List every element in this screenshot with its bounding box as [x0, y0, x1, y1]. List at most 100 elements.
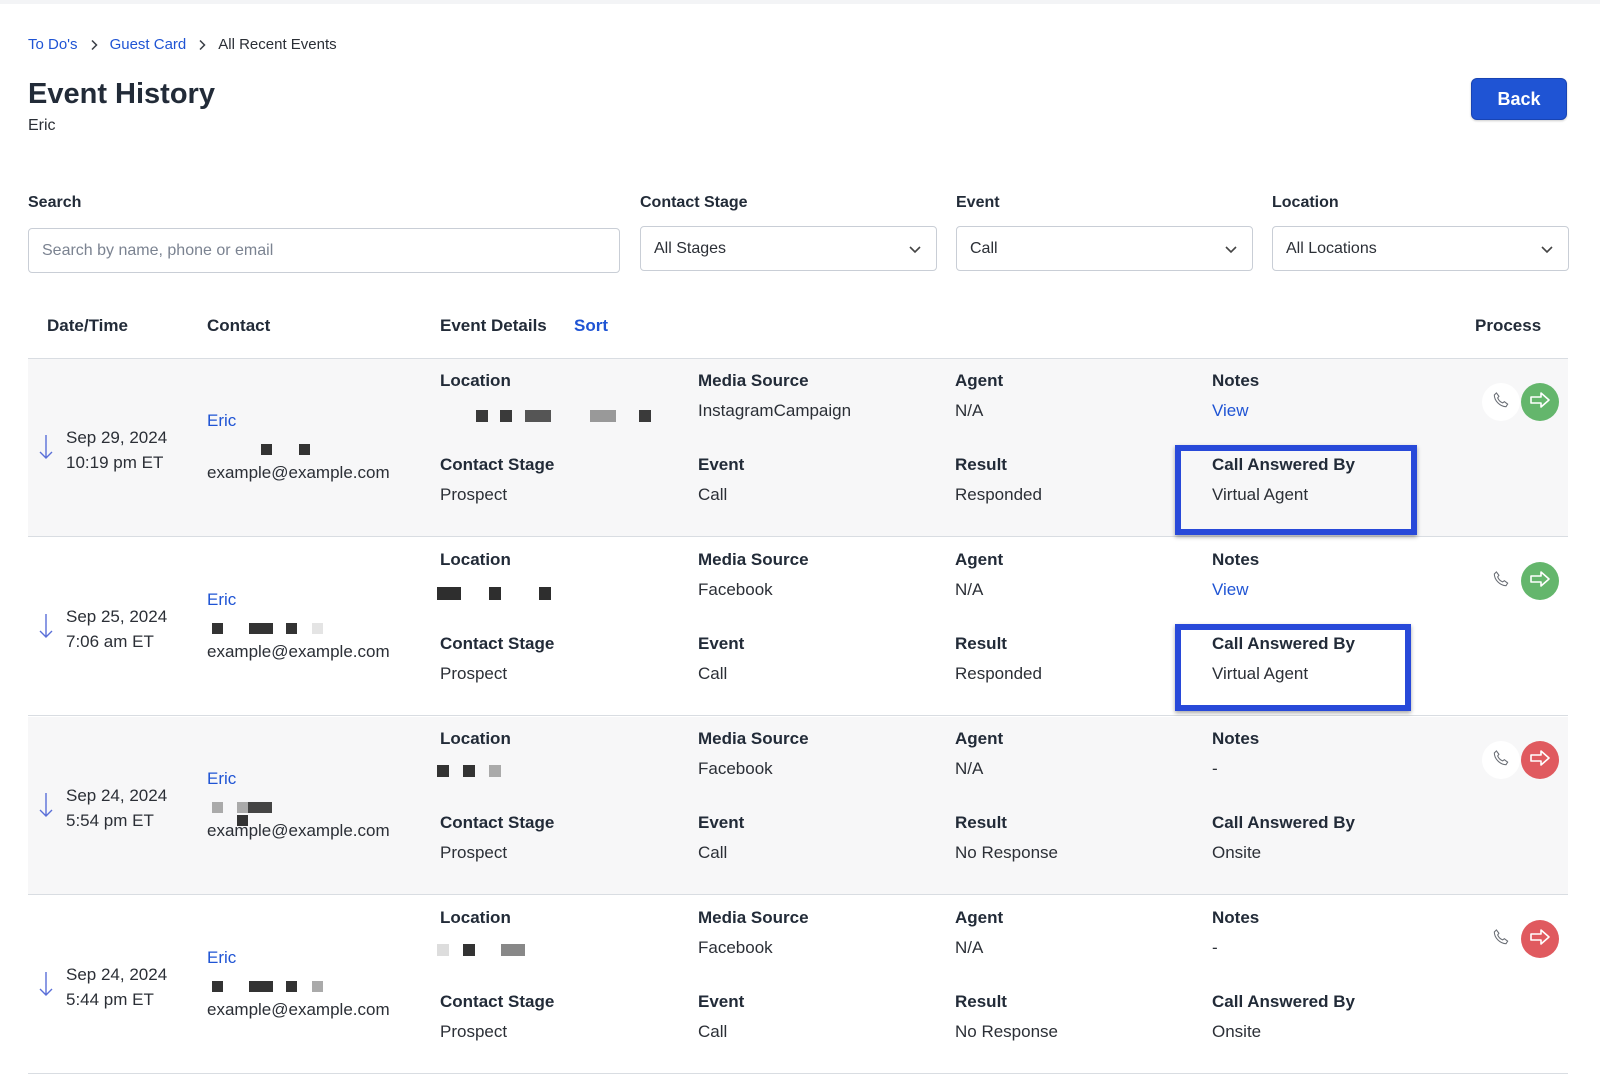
event-datetime: Sep 29, 2024 10:19 pm ET — [66, 428, 168, 472]
process-header: Process — [1475, 316, 1542, 335]
result-value: No Response — [955, 1022, 1059, 1041]
location-label: Location — [440, 550, 511, 569]
table-row: Sep 24, 2024 5:44 pm ET Eric example@exam… — [28, 896, 1568, 1074]
event-details-header: Event Details — [440, 316, 547, 335]
redacted-phone — [207, 618, 337, 636]
page-title: Event History — [28, 78, 215, 110]
result-label: Result — [955, 992, 1007, 1011]
contact-stage-label: Contact Stage — [440, 813, 555, 832]
forward-arrow-icon — [1528, 390, 1552, 415]
contact-stage-label: Contact Stage — [440, 455, 555, 474]
highlight-box — [1175, 624, 1411, 711]
event-datetime: Sep 24, 2024 5:54 pm ET — [66, 786, 168, 830]
highlight-box — [1175, 445, 1417, 535]
call-answered-by-label: Call Answered By — [1212, 992, 1355, 1011]
notes-label: Notes — [1212, 908, 1260, 927]
redacted-phone — [207, 797, 337, 826]
call-button[interactable] — [1482, 920, 1520, 958]
media-source-value: Facebook — [698, 938, 773, 957]
table-row: Sep 24, 2024 5:54 pm ET Eric example@exam… — [28, 717, 1568, 895]
search-input[interactable] — [28, 228, 620, 273]
event-label: Event — [956, 194, 1000, 211]
process-button[interactable] — [1521, 741, 1559, 779]
result-value: No Response — [955, 843, 1059, 862]
notes-view-link[interactable]: View — [1212, 401, 1249, 421]
call-answered-by-value: Onsite — [1212, 1022, 1262, 1041]
forward-arrow-icon — [1528, 748, 1552, 773]
notes-view-link[interactable]: View — [1212, 580, 1249, 600]
event-label: Event — [698, 813, 745, 832]
result-label: Result — [955, 813, 1007, 832]
breadcrumb-guest-card-link[interactable]: Guest Card — [110, 36, 187, 53]
sort-button[interactable]: Sort — [574, 316, 608, 336]
contact-stage-label: Contact Stage — [440, 992, 555, 1011]
media-source-value: InstagramCampaign — [698, 401, 852, 420]
contact-name-link[interactable]: Eric — [207, 411, 236, 431]
breadcrumb-todos-link[interactable]: To Do's — [28, 36, 78, 53]
event-select[interactable]: Call — [956, 226, 1253, 271]
contact-email: example@example.com — [207, 463, 390, 482]
forward-arrow-icon — [1528, 927, 1552, 952]
call-answered-by-value: Onsite — [1212, 843, 1262, 862]
location-label: Location — [1272, 194, 1339, 211]
event-value: Call — [698, 485, 728, 504]
location-select[interactable]: All Locations — [1272, 226, 1569, 271]
agent-label: Agent — [955, 729, 1004, 748]
event-label: Event — [698, 992, 745, 1011]
process-button[interactable] — [1521, 920, 1559, 958]
phone-icon — [1491, 390, 1511, 415]
contact-stage-value: Prospect — [440, 485, 508, 504]
back-button[interactable]: Back — [1471, 78, 1567, 120]
notes-value: - — [1212, 759, 1218, 778]
contact-name-link[interactable]: Eric — [207, 769, 236, 789]
result-value: Responded — [955, 485, 1042, 504]
phone-icon — [1491, 748, 1511, 773]
call-button[interactable] — [1482, 741, 1520, 779]
contact-stage-select[interactable]: All Stages — [640, 226, 937, 271]
top-bar — [0, 0, 1600, 4]
contact-header: Contact — [207, 316, 271, 335]
process-button[interactable] — [1521, 562, 1559, 600]
notes-label: Notes — [1212, 371, 1260, 390]
arrow-down-icon — [38, 612, 54, 640]
location-label: Location — [440, 371, 511, 390]
media-source-label: Media Source — [698, 908, 809, 927]
forward-arrow-icon — [1528, 569, 1552, 594]
process-button[interactable] — [1521, 383, 1559, 421]
redacted-phone — [207, 439, 337, 457]
call-answered-by-label: Call Answered By — [1212, 813, 1355, 832]
media-source-value: Facebook — [698, 580, 773, 599]
agent-value: N/A — [955, 759, 984, 778]
media-source-label: Media Source — [698, 729, 809, 748]
call-button[interactable] — [1482, 383, 1520, 421]
media-source-label: Media Source — [698, 550, 809, 569]
contact-name-link[interactable]: Eric — [207, 948, 236, 968]
chevron-down-icon — [907, 241, 923, 257]
call-button[interactable] — [1482, 562, 1520, 600]
agent-label: Agent — [955, 550, 1004, 569]
notes-label: Notes — [1212, 729, 1260, 748]
agent-value: N/A — [955, 401, 984, 420]
location-value: All Locations — [1286, 239, 1377, 257]
chevron-right-icon — [87, 38, 101, 52]
datetime-header: Date/Time — [47, 316, 128, 335]
notes-value: - — [1212, 938, 1218, 957]
event-label: Event — [698, 455, 745, 474]
arrow-down-icon — [38, 970, 54, 998]
agent-label: Agent — [955, 908, 1004, 927]
location-label: Location — [440, 908, 511, 927]
contact-stage-value: Prospect — [440, 664, 508, 683]
event-value: Call — [698, 843, 728, 862]
breadcrumb: To Do's Guest Card All Recent Events — [28, 36, 337, 53]
agent-value: N/A — [955, 938, 984, 957]
search-label: Search — [28, 194, 82, 211]
result-label: Result — [955, 634, 1007, 653]
location-label: Location — [440, 729, 511, 748]
contact-stage-label: Contact Stage — [640, 194, 748, 211]
agent-value: N/A — [955, 580, 984, 599]
arrow-down-icon — [38, 433, 54, 461]
redacted-phone — [207, 976, 337, 994]
chevron-down-icon — [1223, 241, 1239, 257]
notes-label: Notes — [1212, 550, 1260, 569]
contact-name-link[interactable]: Eric — [207, 590, 236, 610]
